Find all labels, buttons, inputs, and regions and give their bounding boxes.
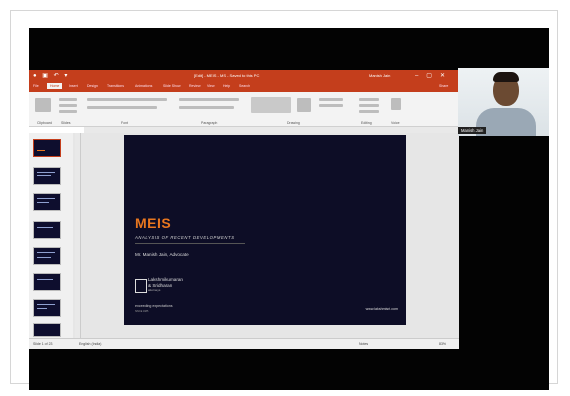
find-button[interactable]: [359, 98, 379, 101]
tab-review[interactable]: Review: [189, 84, 200, 88]
shapes-gallery[interactable]: [251, 97, 291, 113]
slide-subtitle: ANALYSIS OF RECENT DEVELOPMENTS: [135, 235, 235, 240]
firm-name: Lakshmikumaran & Sridharan attorneys: [148, 277, 183, 294]
tab-design[interactable]: Design: [87, 84, 98, 88]
layout-button[interactable]: [59, 98, 77, 101]
signed-in-user[interactable]: Manish Jain: [369, 73, 390, 78]
slide-thumbnail[interactable]: [33, 299, 61, 317]
firm-url: www.lakshmisri.com: [365, 307, 398, 311]
slide-title: MEIS: [135, 215, 172, 231]
select-button[interactable]: [359, 110, 379, 113]
tab-file[interactable]: File: [33, 84, 39, 88]
replace-button[interactable]: [359, 104, 379, 107]
dictate-icon[interactable]: [391, 98, 401, 110]
group-paragraph: Paragraph: [201, 121, 218, 125]
slide-counter: Slide 1 of 23: [33, 342, 53, 346]
slide-thumbnail[interactable]: [33, 323, 61, 337]
language-indicator[interactable]: English (India): [79, 342, 101, 346]
group-slides: Slides: [61, 121, 71, 125]
alignment-controls[interactable]: [179, 106, 234, 109]
group-font: Font: [121, 121, 129, 125]
zoom-level[interactable]: 83%: [439, 342, 446, 346]
slide-thumbnail[interactable]: [33, 139, 61, 157]
firm-name-line1: Lakshmikumaran: [148, 277, 183, 282]
title-bar: ● ▣ ↶ ▾ [Edit] - MEIS - MS - Saved to th…: [29, 70, 459, 82]
slide-thumbnail[interactable]: [33, 193, 61, 211]
ribbon: Clipboard Slides Font Paragraph Drawing …: [29, 92, 459, 127]
tab-help[interactable]: Help: [223, 84, 230, 88]
font-name-select[interactable]: [87, 98, 167, 101]
webcam-tile[interactable]: Manish Jain: [458, 68, 549, 136]
window-controls[interactable]: –▢✕: [415, 72, 453, 79]
reset-button[interactable]: [59, 104, 77, 107]
group-voice: Voice: [391, 121, 400, 125]
video-player[interactable]: ● ▣ ↶ ▾ [Edit] - MEIS - MS - Saved to th…: [29, 28, 549, 390]
arrange-icon[interactable]: [297, 98, 311, 112]
section-button[interactable]: [59, 110, 77, 113]
tab-insert[interactable]: Insert: [69, 84, 78, 88]
shape-fill-button[interactable]: [319, 98, 343, 101]
share-button[interactable]: Share: [439, 84, 448, 88]
participant-name-label: Manish Jain: [458, 127, 487, 134]
group-editing: Editing: [361, 121, 372, 125]
paste-icon[interactable]: [35, 98, 51, 112]
current-slide[interactable]: MEIS ANALYSIS OF RECENT DEVELOPMENTS Mr.…: [124, 135, 406, 325]
ribbon-tabs: File Home Insert Design Transitions Anim…: [29, 82, 459, 92]
group-drawing: Drawing: [287, 121, 300, 125]
powerpoint-window: ● ▣ ↶ ▾ [Edit] - MEIS - MS - Saved to th…: [29, 70, 459, 349]
window-title: [Edit] - MEIS - MS - Saved to this PC: [194, 73, 260, 78]
slide-thumbnail[interactable]: [33, 247, 61, 265]
tab-search[interactable]: Search: [239, 84, 250, 88]
slide-thumbnail[interactable]: [33, 273, 61, 291]
tab-home[interactable]: Home: [47, 83, 63, 89]
firm-name-small: attorneys: [148, 288, 161, 292]
slide-editing-area[interactable]: MEIS ANALYSIS OF RECENT DEVELOPMENTS Mr.…: [73, 133, 459, 338]
font-format-buttons[interactable]: [87, 106, 157, 109]
tab-transitions[interactable]: Transitions: [107, 84, 124, 88]
slide-thumbnail[interactable]: [33, 221, 61, 239]
quick-access-toolbar[interactable]: ● ▣ ↶ ▾: [33, 72, 69, 79]
firm-tagline: exceeding expectations: [135, 304, 173, 308]
group-clipboard: Clipboard: [37, 121, 52, 125]
presenter-name: Mr. Manish Jain, Advocate: [135, 252, 189, 257]
paragraph-controls[interactable]: [179, 98, 239, 101]
firm-since: SINCE 1985: [135, 310, 149, 313]
tab-view[interactable]: View: [207, 84, 215, 88]
notes-button[interactable]: Notes: [359, 342, 368, 346]
slide-divider: [135, 243, 245, 244]
status-bar: Slide 1 of 23 English (India) Notes 83%: [29, 338, 459, 349]
shape-outline-button[interactable]: [319, 104, 343, 107]
slide-thumbnail[interactable]: [33, 167, 61, 185]
participant-hair: [493, 72, 519, 82]
slide-thumbnail-pane[interactable]: [29, 133, 74, 338]
firm-logo-icon: [135, 279, 147, 293]
tab-slide-show[interactable]: Slide Show: [163, 84, 181, 88]
vertical-ruler: [75, 133, 81, 338]
tab-animations[interactable]: Animations: [135, 84, 152, 88]
